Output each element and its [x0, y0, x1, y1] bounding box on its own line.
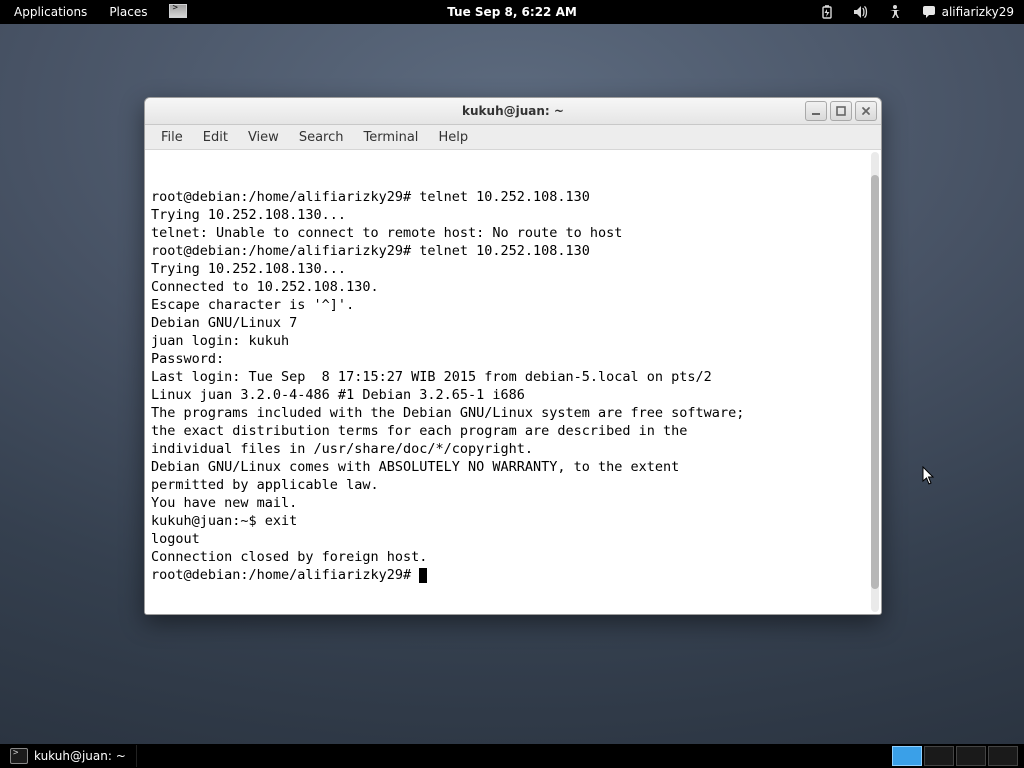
user-available-icon	[921, 4, 937, 20]
scrollbar-thumb[interactable]	[871, 175, 879, 589]
accessibility-icon[interactable]	[887, 4, 903, 20]
terminal-line: Escape character is '^]'.	[151, 296, 875, 314]
places-menu[interactable]: Places	[103, 5, 153, 19]
menu-terminal[interactable]: Terminal	[353, 128, 428, 147]
workspace-1[interactable]	[892, 746, 922, 766]
terminal-line: logout	[151, 530, 875, 548]
workspace-3[interactable]	[956, 746, 986, 766]
terminal-line: Password:	[151, 350, 875, 368]
terminal-cursor	[419, 568, 427, 583]
close-button[interactable]	[855, 101, 877, 121]
applications-menu[interactable]: Applications	[8, 5, 93, 19]
terminal-line: root@debian:/home/alifiarizky29# telnet …	[151, 242, 875, 260]
terminal-line: Linux juan 3.2.0-4-486 #1 Debian 3.2.65-…	[151, 386, 875, 404]
terminal-menubar: File Edit View Search Terminal Help	[145, 125, 881, 150]
monitor-icon	[169, 4, 187, 18]
terminal-body[interactable]: root@debian:/home/alifiarizky29# telnet …	[145, 150, 881, 614]
terminal-line: Connected to 10.252.108.130.	[151, 278, 875, 296]
terminal-line: The programs included with the Debian GN…	[151, 404, 875, 422]
terminal-icon	[10, 748, 28, 764]
menu-help[interactable]: Help	[428, 128, 478, 147]
user-name-label: alifiarizky29	[942, 5, 1014, 19]
terminal-line: telnet: Unable to connect to remote host…	[151, 224, 875, 242]
battery-icon[interactable]	[819, 4, 835, 20]
terminal-line: Debian GNU/Linux 7	[151, 314, 875, 332]
terminal-line: the exact distribution terms for each pr…	[151, 422, 875, 440]
workspace-4[interactable]	[988, 746, 1018, 766]
menu-edit[interactable]: Edit	[193, 128, 238, 147]
menu-view[interactable]: View	[238, 128, 289, 147]
terminal-line: Trying 10.252.108.130...	[151, 260, 875, 278]
terminal-line: You have new mail.	[151, 494, 875, 512]
taskbar-label: kukuh@juan: ~	[34, 749, 126, 763]
terminal-line: root@debian:/home/alifiarizky29# telnet …	[151, 188, 875, 206]
menu-file[interactable]: File	[151, 128, 193, 147]
user-menu[interactable]: alifiarizky29	[921, 4, 1014, 20]
terminal-line: individual files in /usr/share/doc/*/cop…	[151, 440, 875, 458]
top-panel: Applications Places Tue Sep 8, 6:22 AM	[0, 0, 1024, 24]
window-title: kukuh@juan: ~	[462, 104, 564, 118]
system-monitor-launcher[interactable]	[163, 4, 193, 21]
terminal-line: juan login: kukuh	[151, 332, 875, 350]
terminal-line: Debian GNU/Linux comes with ABSOLUTELY N…	[151, 458, 875, 476]
terminal-line: kukuh@juan:~$ exit	[151, 512, 875, 530]
window-titlebar[interactable]: kukuh@juan: ~	[145, 98, 881, 125]
clock[interactable]: Tue Sep 8, 6:22 AM	[447, 5, 577, 19]
maximize-button[interactable]	[830, 101, 852, 121]
menu-search[interactable]: Search	[289, 128, 354, 147]
terminal-line: Connection closed by foreign host.	[151, 548, 875, 566]
workspace-switcher	[892, 746, 1024, 766]
terminal-line: permitted by applicable law.	[151, 476, 875, 494]
terminal-line: Last login: Tue Sep 8 17:15:27 WIB 2015 …	[151, 368, 875, 386]
minimize-button[interactable]	[805, 101, 827, 121]
workspace-2[interactable]	[924, 746, 954, 766]
terminal-window: kukuh@juan: ~ File Edit View Search Term…	[144, 97, 882, 615]
volume-icon[interactable]	[853, 4, 869, 20]
terminal-scrollbar[interactable]	[871, 152, 879, 612]
taskbar-terminal-button[interactable]: kukuh@juan: ~	[4, 745, 137, 767]
bottom-panel: kukuh@juan: ~	[0, 744, 1024, 768]
terminal-prompt-line: root@debian:/home/alifiarizky29#	[151, 566, 875, 584]
terminal-line: Trying 10.252.108.130...	[151, 206, 875, 224]
